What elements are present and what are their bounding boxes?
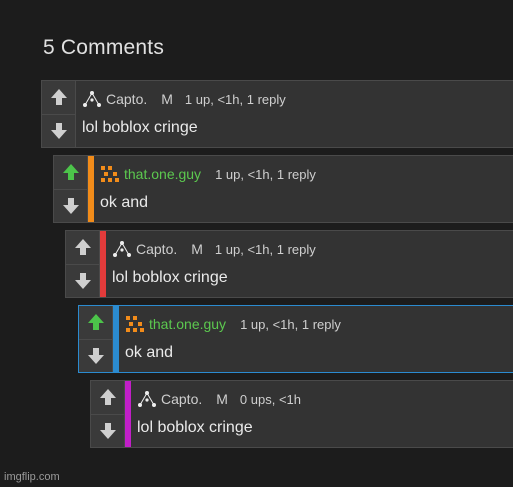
arrow-down-icon [50,122,67,139]
username[interactable]: Capto. [106,91,147,107]
upvote-button[interactable] [79,306,112,340]
comment: Capto. M 1 up, <1h, 1 reply lol boblox c… [41,80,513,148]
vote-column [54,156,88,222]
comment-body: that.one.guy 1 up, <1h, 1 reply ok and [119,306,513,372]
comment-body: Capto. M 0 ups, <1h lol boblox cringe [131,381,513,447]
comment: that.one.guy 1 up, <1h, 1 reply ok and [53,155,513,223]
vote-column [42,81,76,147]
comment-text: lol boblox cringe [112,269,228,286]
arrow-up-icon [87,314,104,331]
upvote-button[interactable] [42,81,75,115]
arrow-down-icon [99,422,116,439]
triangle-dots-icon [83,91,101,107]
comment-stats: 1 up, <1h, 1 reply [184,91,286,107]
arrow-up-icon [62,164,79,181]
comment-meta: that.one.guy 1 up, <1h, 1 reply [100,165,513,183]
comment-stats: 1 up, <1h, 1 reply [240,316,341,332]
comment-stats: 0 ups, <1h [239,391,301,407]
comment-body: Capto. M 1 up, <1h, 1 reply lol boblox c… [76,81,513,147]
username[interactable]: that.one.guy [124,166,201,182]
downvote-button[interactable] [54,189,87,222]
username[interactable]: that.one.guy [149,316,226,332]
comment-stats: 1 up, <1h, 1 reply [214,241,316,257]
upvote-button[interactable] [66,231,99,265]
watermark: imgflip.com [4,471,60,483]
comment-text: lol boblox cringe [137,419,253,436]
comment: Capto. M 1 up, <1h, 1 reply lol boblox c… [65,230,513,298]
username[interactable]: Capto. [136,241,177,257]
triangle-dots-icon [138,391,156,407]
vote-column [79,306,113,372]
arrow-down-icon [74,272,91,289]
comment-meta: Capto. M 1 up, <1h, 1 reply [82,90,513,108]
comment-text: lol boblox cringe [82,119,198,136]
comment-meta: that.one.guy 1 up, <1h, 1 reply [125,315,513,333]
arrow-up-icon [74,239,91,256]
upvote-button[interactable] [54,156,87,190]
comment-text: ok and [125,344,174,361]
upvote-button[interactable] [91,381,124,415]
comment-text: ok and [100,194,149,211]
mod-badge: M [161,91,173,107]
vote-column [66,231,100,297]
comment-stats: 1 up, <1h, 1 reply [215,166,316,182]
vote-column [91,381,125,447]
mod-badge: M [191,241,203,257]
comment-meta: Capto. M 0 ups, <1h [137,390,513,408]
arrow-up-icon [50,89,67,106]
downvote-button[interactable] [91,414,124,447]
downvote-button[interactable] [79,339,112,372]
comment-body: that.one.guy 1 up, <1h, 1 reply ok and [94,156,513,222]
comment: Capto. M 0 ups, <1h lol boblox cringe [90,380,513,448]
comment-body: Capto. M 1 up, <1h, 1 reply lol boblox c… [106,231,513,297]
arrow-down-icon [62,197,79,214]
comment-meta: Capto. M 1 up, <1h, 1 reply [112,240,513,258]
triangle-dots-icon [113,241,131,257]
arrow-up-icon [99,389,116,406]
comments-heading: 5 Comments [43,36,165,59]
orange-grid-icon [101,166,119,182]
orange-grid-icon [126,316,144,332]
comment: that.one.guy 1 up, <1h, 1 reply ok and [78,305,513,373]
mod-badge: M [216,391,228,407]
downvote-button[interactable] [66,264,99,297]
arrow-down-icon [87,347,104,364]
username[interactable]: Capto. [161,391,202,407]
downvote-button[interactable] [42,114,75,147]
